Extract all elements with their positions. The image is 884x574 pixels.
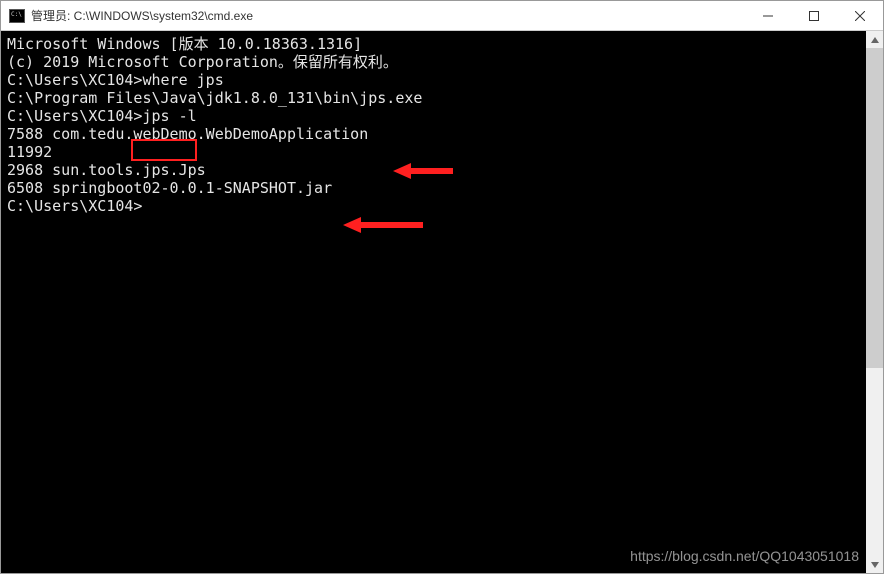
terminal-line: 7588 com.tedu.webDemo.WebDemoApplication: [7, 125, 877, 143]
titlebar: 管理员: C:\WINDOWS\system32\cmd.exe: [1, 1, 883, 31]
watermark-text: https://blog.csdn.net/QQ1043051018: [630, 547, 859, 565]
scroll-thumb[interactable]: [866, 48, 883, 368]
minimize-button[interactable]: [745, 1, 791, 31]
window-controls: [745, 1, 883, 31]
terminal-line: C:\Users\XC104>: [7, 197, 877, 215]
maximize-button[interactable]: [791, 1, 837, 31]
scrollbar[interactable]: [866, 31, 883, 573]
terminal-line: C:\Users\XC104>where jps: [7, 71, 877, 89]
cmd-window: 管理员: C:\WINDOWS\system32\cmd.exe Microso…: [0, 0, 884, 574]
terminal-line: Microsoft Windows [版本 10.0.18363.1316]: [7, 35, 877, 53]
terminal-line: C:\Users\XC104>jps -l: [7, 107, 877, 125]
terminal-line: 6508 springboot02-0.0.1-SNAPSHOT.jar: [7, 179, 877, 197]
terminal-line: 2968 sun.tools.jps.Jps: [7, 161, 877, 179]
terminal-line: 11992: [7, 143, 877, 161]
terminal-line: C:\Program Files\Java\jdk1.8.0_131\bin\j…: [7, 89, 877, 107]
terminal-line: (c) 2019 Microsoft Corporation。保留所有权利。: [7, 53, 877, 71]
scroll-down-button[interactable]: [866, 556, 883, 573]
cmd-icon: [9, 9, 25, 23]
terminal-area[interactable]: Microsoft Windows [版本 10.0.18363.1316] (…: [1, 31, 883, 573]
annotation-arrow-icon: [343, 215, 423, 235]
scroll-track[interactable]: [866, 48, 883, 556]
close-button[interactable]: [837, 1, 883, 31]
scroll-up-button[interactable]: [866, 31, 883, 48]
window-title: 管理员: C:\WINDOWS\system32\cmd.exe: [25, 7, 745, 24]
